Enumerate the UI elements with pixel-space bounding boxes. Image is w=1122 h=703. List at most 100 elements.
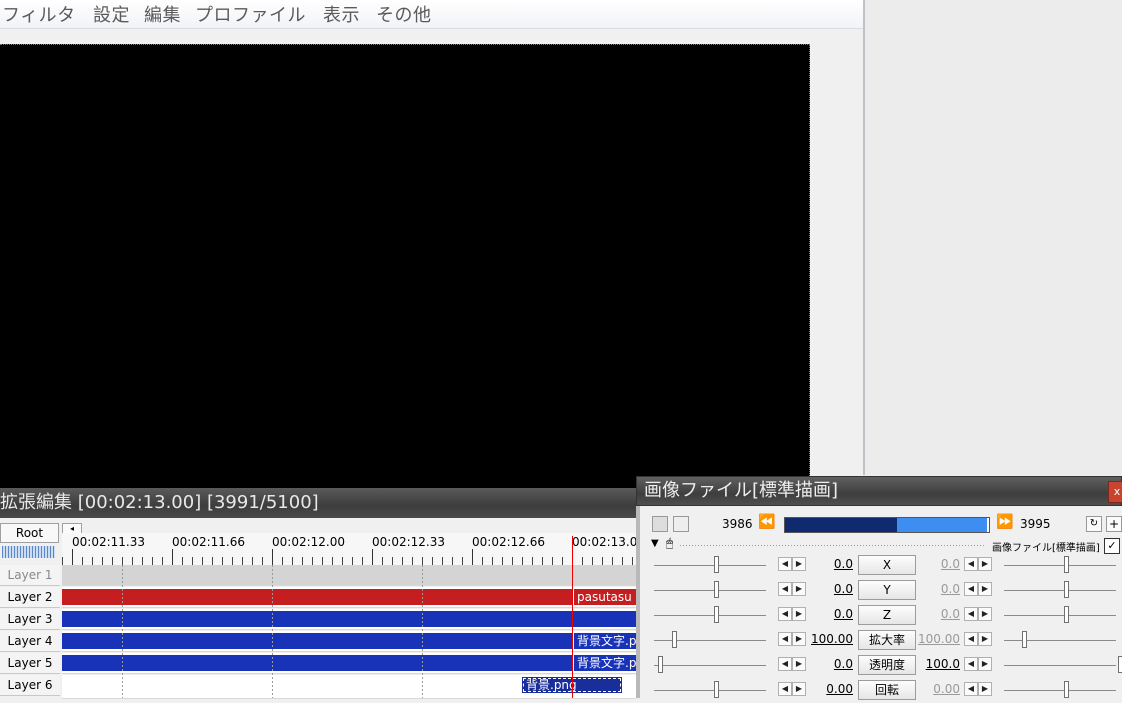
- start-value-stepper[interactable]: ◀ ▶: [778, 657, 806, 671]
- close-icon[interactable]: x: [1108, 481, 1122, 503]
- decrement-icon[interactable]: ◀: [778, 657, 792, 671]
- param-button[interactable]: Z: [858, 605, 916, 625]
- param-slider-end[interactable]: [1004, 665, 1116, 666]
- menu-view[interactable]: 表示: [323, 1, 360, 27]
- increment-icon[interactable]: ▶: [792, 582, 806, 596]
- param-slider-start[interactable]: [654, 640, 766, 641]
- param-start-value[interactable]: 0.0: [811, 557, 853, 571]
- param-start-value[interactable]: 0.0: [811, 582, 853, 596]
- param-slider-start[interactable]: [654, 590, 766, 591]
- increment-icon[interactable]: ▶: [978, 682, 992, 696]
- param-end-value[interactable]: 100.00: [918, 632, 960, 646]
- slider-thumb[interactable]: [658, 656, 663, 673]
- param-slider-end[interactable]: [1004, 565, 1116, 566]
- decrement-icon[interactable]: ◀: [964, 657, 978, 671]
- slider-thumb[interactable]: [1064, 556, 1069, 573]
- start-value-stepper[interactable]: ◀ ▶: [778, 607, 806, 621]
- slider-thumb[interactable]: [714, 556, 719, 573]
- video-preview[interactable]: [0, 44, 810, 490]
- layer-label-1[interactable]: Layer 1: [0, 565, 60, 586]
- clip-blue[interactable]: [62, 611, 636, 627]
- param-slider-end[interactable]: [1004, 690, 1116, 691]
- increment-icon[interactable]: ▶: [978, 632, 992, 646]
- param-slider-end[interactable]: [1004, 590, 1116, 591]
- param-start-value[interactable]: 100.00: [811, 632, 853, 646]
- decrement-icon[interactable]: ◀: [778, 682, 792, 696]
- param-button[interactable]: Y: [858, 580, 916, 600]
- collapse-icon[interactable]: ▼: [651, 538, 659, 549]
- time-ruler[interactable]: 00:02:11.33 00:02:11.66 00:02:12.00 00:0…: [62, 533, 645, 565]
- param-button[interactable]: 透明度: [858, 655, 916, 675]
- slider-thumb[interactable]: [1118, 656, 1122, 673]
- param-end-value[interactable]: 0.00: [918, 682, 960, 696]
- slider-thumb[interactable]: [1022, 631, 1027, 648]
- param-end-value[interactable]: 100.0: [918, 657, 960, 671]
- decrement-icon[interactable]: ◀: [778, 632, 792, 646]
- slider-thumb[interactable]: [672, 631, 677, 648]
- decrement-icon[interactable]: ◀: [964, 607, 978, 621]
- param-button[interactable]: 回転: [858, 680, 916, 700]
- end-value-stepper[interactable]: ◀ ▶: [964, 682, 992, 696]
- clip-pasutasu[interactable]: pasutasu: [574, 589, 636, 605]
- layer-label-5[interactable]: Layer 5: [0, 653, 60, 674]
- param-start-value[interactable]: 0.00: [811, 682, 853, 696]
- increment-icon[interactable]: ▶: [792, 657, 806, 671]
- param-button[interactable]: 拡大率: [858, 630, 916, 650]
- param-slider-start[interactable]: [654, 690, 766, 691]
- menu-settings[interactable]: 設定: [93, 1, 130, 27]
- param-end-value[interactable]: 0.0: [918, 607, 960, 621]
- start-value-stepper[interactable]: ◀ ▶: [778, 632, 806, 646]
- clip-blue[interactable]: [62, 655, 572, 671]
- layer-label-3[interactable]: Layer 3: [0, 609, 60, 630]
- increment-icon[interactable]: ▶: [792, 632, 806, 646]
- layer-track-2[interactable]: pasutasu: [62, 587, 636, 608]
- refresh-icon[interactable]: ↻: [1086, 516, 1102, 532]
- clip-blue[interactable]: [62, 633, 572, 649]
- slider-thumb[interactable]: [714, 581, 719, 598]
- end-value-stepper[interactable]: ◀ ▶: [964, 632, 992, 646]
- decrement-icon[interactable]: ◀: [778, 607, 792, 621]
- slider-thumb[interactable]: [1064, 581, 1069, 598]
- increment-icon[interactable]: ▶: [792, 607, 806, 621]
- layer-track-1[interactable]: [62, 565, 636, 586]
- clip-bg-text[interactable]: 背景文字.p: [574, 655, 636, 671]
- param-slider-end[interactable]: [1004, 615, 1116, 616]
- rewind-icon[interactable]: ⏪: [758, 514, 775, 530]
- clip-bg-text[interactable]: 背景文字.p: [574, 633, 636, 649]
- start-value-stepper[interactable]: ◀ ▶: [778, 557, 806, 571]
- decrement-icon[interactable]: ◀: [778, 582, 792, 596]
- start-value-stepper[interactable]: ◀ ▶: [778, 682, 806, 696]
- param-slider-start[interactable]: [654, 665, 766, 666]
- increment-icon[interactable]: ▶: [978, 607, 992, 621]
- increment-icon[interactable]: ▶: [792, 557, 806, 571]
- root-button[interactable]: Root: [0, 523, 59, 543]
- playhead-cursor[interactable]: [572, 536, 573, 698]
- menu-edit[interactable]: 編集: [144, 1, 181, 27]
- menu-other[interactable]: その他: [376, 1, 432, 27]
- layer-track-6[interactable]: 背景.png: [62, 675, 636, 699]
- start-value-stepper[interactable]: ◀ ▶: [778, 582, 806, 596]
- decrement-icon[interactable]: ◀: [964, 557, 978, 571]
- decrement-icon[interactable]: ◀: [964, 682, 978, 696]
- frame-icon[interactable]: [652, 516, 668, 532]
- slider-thumb[interactable]: [1064, 681, 1069, 698]
- slider-thumb[interactable]: [1064, 606, 1069, 623]
- end-value-stepper[interactable]: ◀ ▶: [964, 557, 992, 571]
- clip-red[interactable]: [62, 589, 572, 605]
- end-value-stepper[interactable]: ◀ ▶: [964, 607, 992, 621]
- layer-label-4[interactable]: Layer 4: [0, 631, 60, 652]
- param-end-value[interactable]: 0.0: [918, 557, 960, 571]
- decrement-icon[interactable]: ◀: [964, 632, 978, 646]
- increment-icon[interactable]: ▶: [978, 657, 992, 671]
- slider-thumb[interactable]: [714, 681, 719, 698]
- layer-label-6[interactable]: Layer 6: [0, 675, 60, 696]
- end-value-stepper[interactable]: ◀ ▶: [964, 582, 992, 596]
- slider-thumb[interactable]: [714, 606, 719, 623]
- param-button[interactable]: X: [858, 555, 916, 575]
- param-start-value[interactable]: 0.0: [811, 657, 853, 671]
- param-slider-end[interactable]: [1004, 640, 1116, 641]
- menu-filter[interactable]: フィルタ: [2, 1, 76, 27]
- decrement-icon[interactable]: ◀: [964, 582, 978, 596]
- fast-forward-icon[interactable]: ⏩: [996, 514, 1013, 530]
- increment-icon[interactable]: ▶: [978, 582, 992, 596]
